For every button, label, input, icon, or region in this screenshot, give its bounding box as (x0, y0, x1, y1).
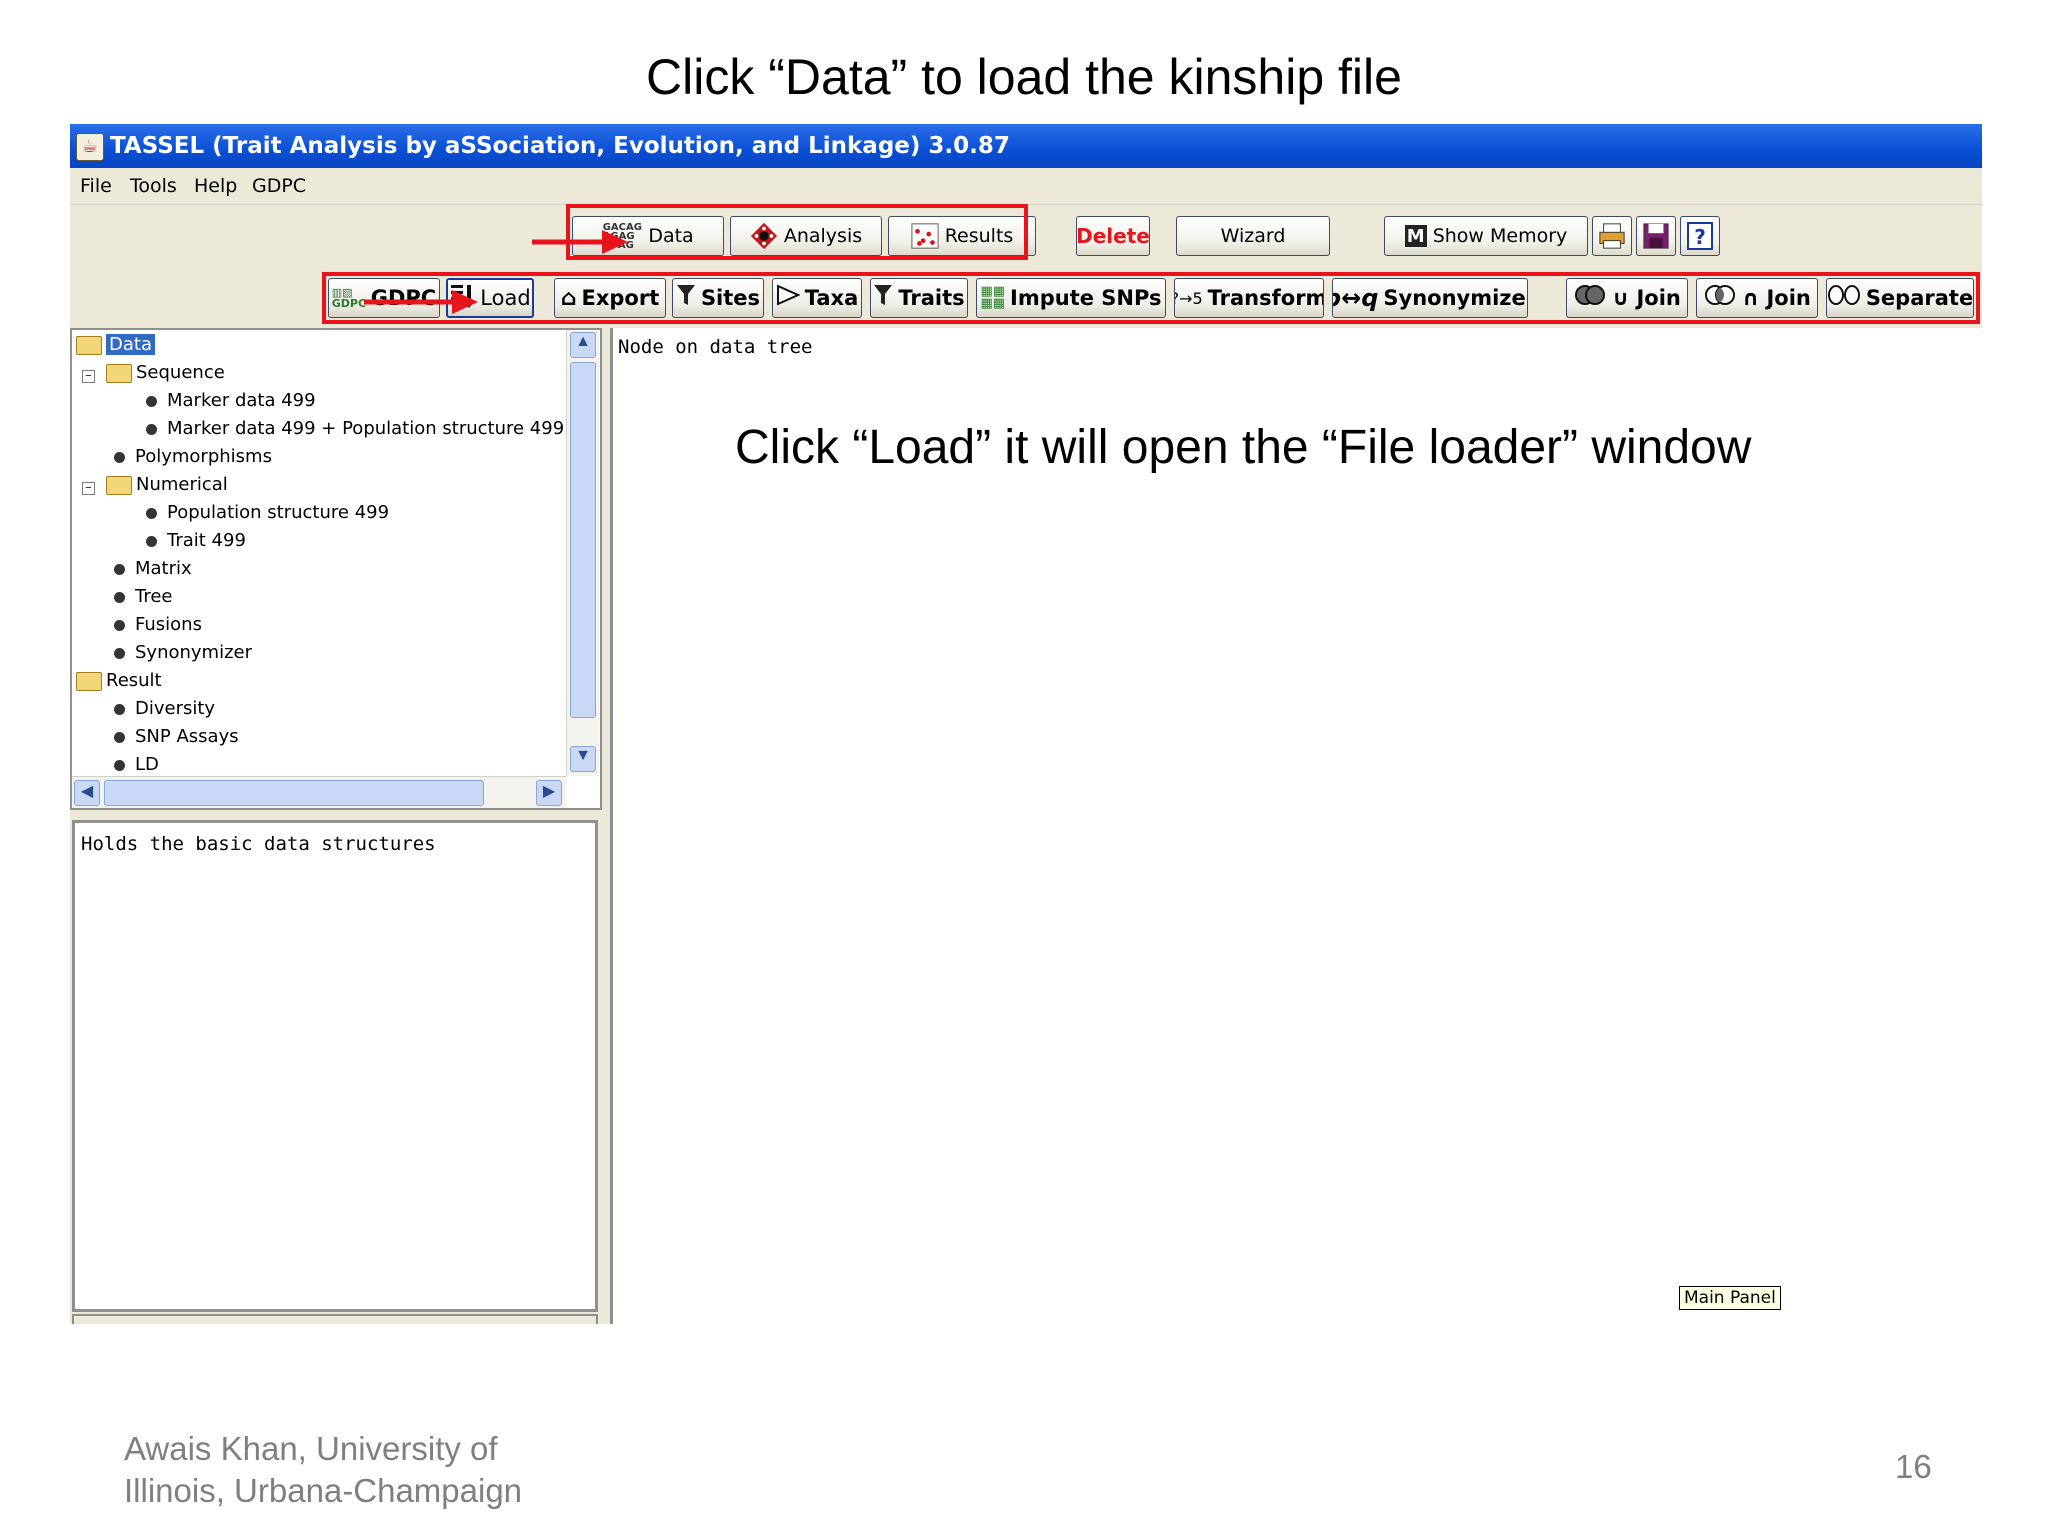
leaf-node-icon (114, 647, 125, 659)
folder-open-icon (76, 335, 102, 355)
leaf-node-icon (146, 507, 157, 519)
tassel-window: ☕ TASSEL (Trait Analysis by aSSociation,… (70, 124, 1982, 1324)
leaf-node-icon (114, 731, 125, 743)
main-panel: Node on data tree Click “Load” it will o… (610, 328, 1982, 1324)
help-button[interactable]: ? (1680, 216, 1720, 256)
load-instruction-annotation: Click “Load” it will open the “File load… (735, 421, 1752, 474)
tree-node-snp-assays[interactable]: SNP Assays (114, 724, 239, 750)
window-titlebar[interactable]: ☕ TASSEL (Trait Analysis by aSSociation,… (70, 124, 1982, 168)
tree-node-diversity[interactable]: Diversity (114, 696, 215, 722)
tree-node-ld[interactable]: LD (114, 752, 159, 778)
save-disk-icon (1642, 222, 1670, 250)
tree-node-matrix[interactable]: Matrix (114, 556, 192, 582)
bottom-status-strip (72, 1314, 598, 1324)
tree-node-tree[interactable]: Tree (114, 584, 173, 610)
folder-open-icon (76, 671, 102, 691)
data-tree-panel: Data − Sequence Marker data 499 Marker d… (70, 328, 602, 810)
highlight-box-data-row (566, 204, 1028, 260)
tree-node-numerical[interactable]: Numerical (106, 472, 228, 498)
highlight-box-data-toolbar (322, 272, 1980, 324)
leaf-node-icon (146, 395, 157, 407)
arrow-icon (532, 230, 628, 254)
printer-icon (1598, 222, 1626, 250)
leaf-node-icon (114, 451, 125, 463)
tree-node-fusions[interactable]: Fusions (114, 612, 202, 638)
tree-horizontal-scrollbar[interactable]: ◀ ▶ (72, 776, 566, 808)
tree-node-data[interactable]: Data (76, 332, 155, 358)
save-button[interactable] (1636, 216, 1676, 256)
leaf-node-icon (146, 535, 157, 547)
scroll-thumb-vertical[interactable] (570, 362, 596, 718)
leaf-node-icon (146, 423, 157, 435)
scroll-thumb-horizontal[interactable] (104, 780, 484, 806)
author-credit: Awais Khan, University of Illinois, Urba… (124, 1428, 522, 1512)
menu-file[interactable]: File (80, 168, 112, 204)
leaf-node-icon (114, 619, 125, 631)
scroll-left-icon[interactable]: ◀ (74, 780, 100, 806)
node-description-panel: Holds the basic data structures (72, 820, 598, 1312)
tree-node-population-structure[interactable]: Population structure 499 (146, 500, 389, 526)
arrow-icon (364, 290, 478, 314)
node-description-text: Holds the basic data structures (81, 833, 436, 855)
menu-gdpc[interactable]: GDPC (252, 168, 306, 204)
tree-node-marker-data[interactable]: Marker data 499 (146, 388, 316, 414)
tree-node-trait[interactable]: Trait 499 (146, 528, 246, 554)
svg-text:?: ? (1694, 225, 1706, 249)
menu-help[interactable]: Help (194, 168, 237, 204)
scroll-right-icon[interactable]: ▶ (536, 780, 562, 806)
menu-bar: File Tools Help GDPC (70, 168, 1982, 205)
menu-tools[interactable]: Tools (130, 168, 177, 204)
leaf-node-icon (114, 759, 125, 771)
collapse-icon[interactable]: − (82, 370, 95, 383)
help-question-icon: ? (1686, 222, 1714, 250)
wizard-button[interactable]: Wizard (1176, 216, 1330, 256)
main-panel-text: Node on data tree (618, 336, 813, 358)
tree-node-polymorphisms[interactable]: Polymorphisms (114, 444, 272, 470)
show-memory-button[interactable]: M Show Memory (1384, 216, 1588, 256)
collapse-icon[interactable]: − (82, 482, 95, 495)
tree-node-synonymizer[interactable]: Synonymizer (114, 640, 252, 666)
tree-vertical-scrollbar[interactable]: ▲ ▼ (566, 330, 599, 776)
leaf-node-icon (114, 591, 125, 603)
page-number: 16 (1895, 1448, 1932, 1485)
scroll-up-icon[interactable]: ▲ (570, 332, 596, 358)
delete-button[interactable]: Delete (1076, 216, 1150, 256)
main-panel-label: Main Panel (1679, 1286, 1781, 1310)
leaf-node-icon (114, 703, 125, 715)
leaf-node-icon (114, 563, 125, 575)
tree-node-sequence[interactable]: Sequence (106, 360, 225, 386)
slide-title: Click “Data” to load the kinship file (646, 49, 1402, 105)
tree-node-result[interactable]: Result (76, 668, 162, 694)
tree-node-marker-population[interactable]: Marker data 499 + Population structure 4… (146, 416, 585, 442)
window-title: TASSEL (Trait Analysis by aSSociation, E… (110, 133, 1010, 159)
print-button[interactable] (1592, 216, 1632, 256)
memory-m-icon: M (1404, 225, 1427, 247)
author-line-2: Illinois, Urbana-Champaign (124, 1472, 523, 1509)
java-app-icon: ☕ (76, 133, 104, 161)
author-line-1: Awais Khan, University of (124, 1430, 498, 1467)
folder-open-icon (106, 363, 132, 383)
folder-open-icon (106, 475, 132, 495)
scroll-down-icon[interactable]: ▼ (570, 746, 596, 772)
